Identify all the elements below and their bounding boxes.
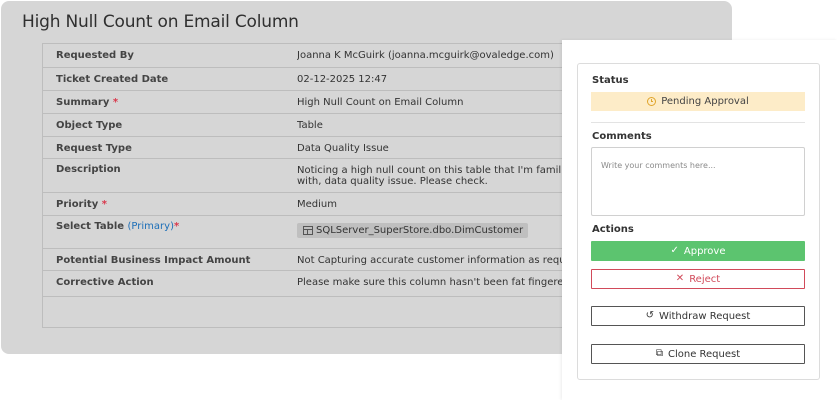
field-label-text: Summary [56,97,110,108]
table-icon [303,226,313,235]
primary-link[interactable]: (Primary) [128,221,174,232]
field-label-text: Priority [56,199,99,210]
clone-label: Clone Request [667,348,741,360]
field-label: Priority * [56,199,107,210]
field-label: Description [56,164,121,175]
field-label: Summary * [56,97,118,108]
status-value: Pending Approval [661,96,749,107]
required-marker: * [101,199,107,210]
table-chip-label: SQLServer_SuperStore.dbo.DimCustomer [316,225,524,236]
field-value: SQLServer_SuperStore.dbo.DimCustomer [297,223,597,238]
required-marker: * [112,97,119,108]
reject-label: Reject [689,273,721,285]
field-label: Select Table (Primary)* [56,221,179,232]
field-row-requested-by: Requested By Joanna K McGuirk (joanna.mc… [43,44,603,68]
field-label: Request Type [56,143,132,154]
required-marker: * [173,221,180,232]
field-row-select-table: Select Table (Primary)* SQLServer_SuperS… [43,216,603,249]
field-value: High Null Count on Email Column [297,97,464,108]
reject-button[interactable]: ✕ Reject [591,269,805,289]
field-value: Joanna K McGuirk (joanna.mcguirk@ovaledg… [297,50,554,61]
field-label: Potential Business Impact Amount [56,255,251,266]
field-label: Ticket Created Date [56,74,169,85]
clone-request-button[interactable]: ⧉ Clone Request [591,344,805,364]
field-label-text: Select Table [56,221,125,232]
table-chip[interactable]: SQLServer_SuperStore.dbo.DimCustomer [297,223,529,238]
close-icon: ✕ [675,273,685,284]
approve-button[interactable]: ✓ Approve [591,241,805,261]
approve-label: Approve [683,245,726,257]
field-row-potential-business-impact: Potential Business Impact Amount Not Cap… [43,249,603,271]
field-value: Not Capturing accurate customer informat… [297,255,597,266]
field-row-corrective-action: Corrective Action Please make sure this … [43,271,603,297]
field-value: Data Quality Issue [297,143,389,154]
undo-icon: ↺ [645,310,655,321]
field-row-priority: Priority * Medium [43,193,603,216]
withdraw-label: Withdraw Request [659,310,751,322]
clock-icon [647,97,657,106]
field-label: Corrective Action [56,277,154,288]
field-row-summary: Summary * High Null Count on Email Colum… [43,91,603,114]
copy-icon: ⧉ [655,348,663,359]
status-label: Status [592,75,629,86]
field-row-object-type: Object Type Table [43,114,603,137]
comments-input[interactable] [591,147,805,216]
section-divider [591,122,805,123]
field-value: Noticing a high null count on this table… [297,165,575,187]
ticket-title: High Null Count on Email Column [22,12,299,32]
field-label: Object Type [56,120,123,131]
field-value: Medium [297,199,337,210]
comments-label: Comments [592,131,652,142]
status-badge: Pending Approval [591,92,805,111]
withdraw-request-button[interactable]: ↺ Withdraw Request [591,306,805,326]
field-row-ticket-created-date: Ticket Created Date 02-12-2025 12:47 [43,68,603,91]
actions-label: Actions [592,224,634,235]
ticket-details-table: Requested By Joanna K McGuirk (joanna.mc… [42,43,604,328]
check-icon: ✓ [670,245,679,256]
field-row-request-type: Request Type Data Quality Issue [43,137,603,159]
field-value: 02-12-2025 12:47 [297,74,388,85]
field-value: Table [297,120,323,131]
field-value: Please make sure this column hasn't been… [297,277,595,288]
field-label: Requested By [56,50,134,61]
field-row-description: Description Noticing a high null count o… [43,159,603,193]
